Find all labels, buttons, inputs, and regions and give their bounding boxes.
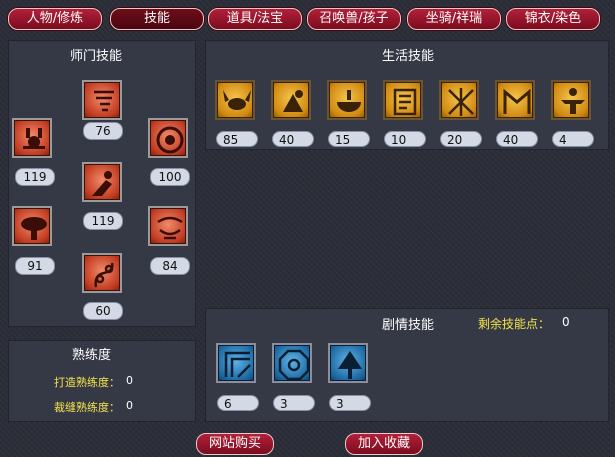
mushroom-icon[interactable]	[12, 206, 52, 246]
skill-level: 91	[15, 257, 55, 275]
remaining-points-value: 0	[562, 315, 570, 329]
whirlwind-icon[interactable]	[82, 80, 122, 120]
skill-level: 76	[83, 122, 123, 140]
flying-figure-icon[interactable]	[82, 162, 122, 202]
tailoring-proficiency-value: 0	[126, 399, 133, 412]
add-favorite-button[interactable]: 加入收藏	[345, 433, 423, 455]
skill-level: 40	[496, 131, 538, 147]
tree-icon[interactable]	[328, 343, 368, 383]
tailoring-proficiency-label: 裁缝熟练度：	[54, 401, 120, 414]
coin-icon[interactable]	[148, 118, 188, 158]
tab-pets[interactable]: 召唤兽/孩子	[307, 8, 401, 30]
tab-character[interactable]: 人物/修炼	[8, 8, 102, 30]
herb-icon[interactable]	[271, 80, 311, 120]
lattice-icon[interactable]	[439, 80, 479, 120]
skill-level: 10	[384, 131, 426, 147]
skill-level: 119	[83, 212, 123, 230]
remaining-points-label: 剩余技能点：	[478, 317, 551, 331]
swallow-icon[interactable]	[148, 206, 188, 246]
forging-proficiency-label: 打造熟练度：	[54, 376, 120, 389]
octagon-icon[interactable]	[272, 343, 312, 383]
vine-icon[interactable]	[82, 253, 122, 293]
skill-level: 85	[216, 131, 258, 147]
tab-items[interactable]: 道具/法宝	[208, 8, 302, 30]
skill-level: 6	[217, 395, 259, 411]
skill-level: 20	[440, 131, 482, 147]
scorpion-icon[interactable]	[12, 118, 52, 158]
strongman-icon[interactable]	[551, 80, 591, 120]
skill-level: 40	[272, 131, 314, 147]
skill-level: 3	[329, 395, 371, 411]
forging-proficiency-value: 0	[126, 374, 133, 387]
tab-mounts[interactable]: 坐骑/祥瑞	[407, 8, 501, 30]
skill-level: 3	[273, 395, 315, 411]
skill-level: 100	[150, 168, 190, 186]
proficiency-title: 熟练度	[72, 348, 112, 363]
skill-level: 84	[150, 257, 190, 275]
school-skills-title: 师门技能	[70, 49, 123, 64]
website-purchase-button[interactable]: 网站购买	[196, 433, 274, 455]
skill-level: 15	[328, 131, 370, 147]
tab-outfit[interactable]: 锦衣/染色	[506, 8, 600, 30]
skill-level: 4	[552, 131, 594, 147]
skill-level: 119	[15, 168, 55, 186]
crab-icon[interactable]	[215, 80, 255, 120]
frame-icon[interactable]	[216, 343, 256, 383]
skill-level: 60	[83, 302, 123, 320]
talisman-icon[interactable]	[383, 80, 423, 120]
tab-skills[interactable]: 技能	[110, 8, 204, 30]
gate-icon[interactable]	[495, 80, 535, 120]
story-skills-title: 剧情技能	[382, 318, 435, 333]
life-skills-title: 生活技能	[382, 49, 435, 64]
cooking-pot-icon[interactable]	[327, 80, 367, 120]
